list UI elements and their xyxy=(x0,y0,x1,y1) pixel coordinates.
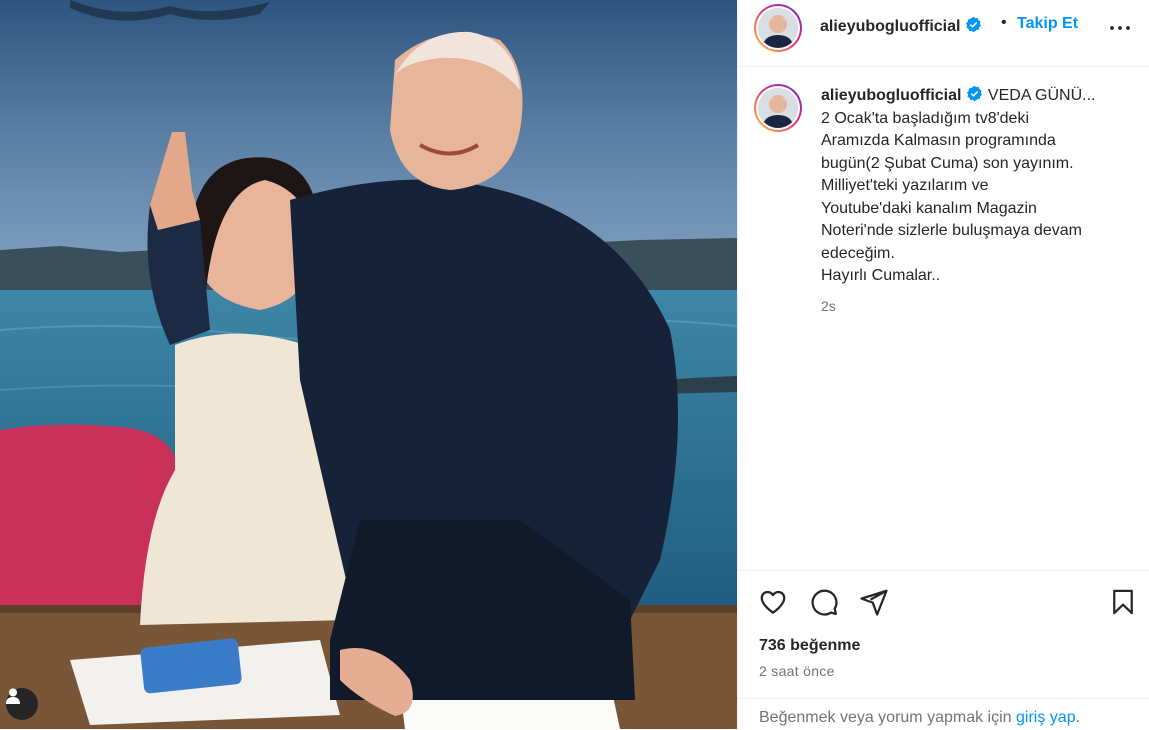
caption-first-line: alieyubogluofficial VEDA GÜNÜ... xyxy=(821,85,1141,108)
header-username-wrap: alieyubogluofficial xyxy=(820,16,982,36)
login-prompt-end: . xyxy=(1075,709,1081,726)
user-tag-icon xyxy=(6,688,20,704)
share-icon[interactable] xyxy=(859,587,889,617)
login-prompt-text: Beğenmek veya yorum yapmak için xyxy=(759,709,1012,726)
post-timestamp[interactable]: 2 saat önce xyxy=(759,663,835,679)
header-username[interactable]: alieyubogluofficial xyxy=(820,18,960,35)
caption-line: Youtube'daki kanalım Magazin xyxy=(821,199,1037,217)
like-count[interactable]: 736 beğenme xyxy=(759,637,860,655)
caption-line: bugün(2 Şubat Cuma) son yayınım. xyxy=(821,154,1074,172)
caption-username[interactable]: alieyubogluofficial xyxy=(821,87,961,104)
caption-author-avatar-image xyxy=(758,88,798,128)
author-avatar[interactable] xyxy=(754,4,802,52)
caption-line: VEDA GÜNÜ... xyxy=(987,87,1096,104)
post-photo[interactable] xyxy=(0,0,737,729)
caption-timestamp[interactable]: 2s xyxy=(821,298,836,314)
bookmark-icon[interactable] xyxy=(1109,587,1137,617)
caption-line: Aramızda Kalmasın programında xyxy=(821,132,1056,149)
verified-badge-icon xyxy=(967,85,983,102)
post-header: alieyubogluofficial • Takip Et xyxy=(738,0,1149,67)
caption-line: 2 Ocak'ta başladığım tv8'deki xyxy=(821,109,1029,127)
heart-icon[interactable] xyxy=(758,587,788,617)
login-prompt-bar: Beğenmek veya yorum yapmak için giriş ya… xyxy=(738,698,1149,730)
post-actions-bar xyxy=(738,570,1149,631)
post-photo-illustration xyxy=(0,0,737,729)
user-tag-button[interactable] xyxy=(6,688,38,720)
post-side-panel: alieyubogluofficial • Takip Et alieyubog… xyxy=(737,0,1149,729)
caption-text: alieyubogluofficial VEDA GÜNÜ... 2 Ocak'… xyxy=(821,85,1141,288)
verified-badge-icon xyxy=(966,16,982,33)
header-separator: • xyxy=(1001,14,1007,31)
caption-line: edeceğim. xyxy=(821,244,895,262)
instagram-post-view: alieyubogluofficial • Takip Et alieyubog… xyxy=(0,0,1149,729)
more-options-icon[interactable] xyxy=(1108,16,1132,40)
caption-author-avatar[interactable] xyxy=(754,84,802,132)
follow-button[interactable]: Takip Et xyxy=(1017,15,1078,33)
login-link[interactable]: giriş yap xyxy=(1016,709,1076,726)
author-avatar-image xyxy=(758,8,798,48)
caption-line: Milliyet'teki yazılarım ve xyxy=(821,177,989,194)
caption-line: Hayırlı Cumalar.. xyxy=(821,267,941,284)
comment-icon[interactable] xyxy=(809,587,839,617)
caption-line: Noteri'nde sizlerle buluşmaya devam xyxy=(821,222,1082,239)
login-prompt: Beğenmek veya yorum yapmak için giriş ya… xyxy=(759,709,1080,727)
